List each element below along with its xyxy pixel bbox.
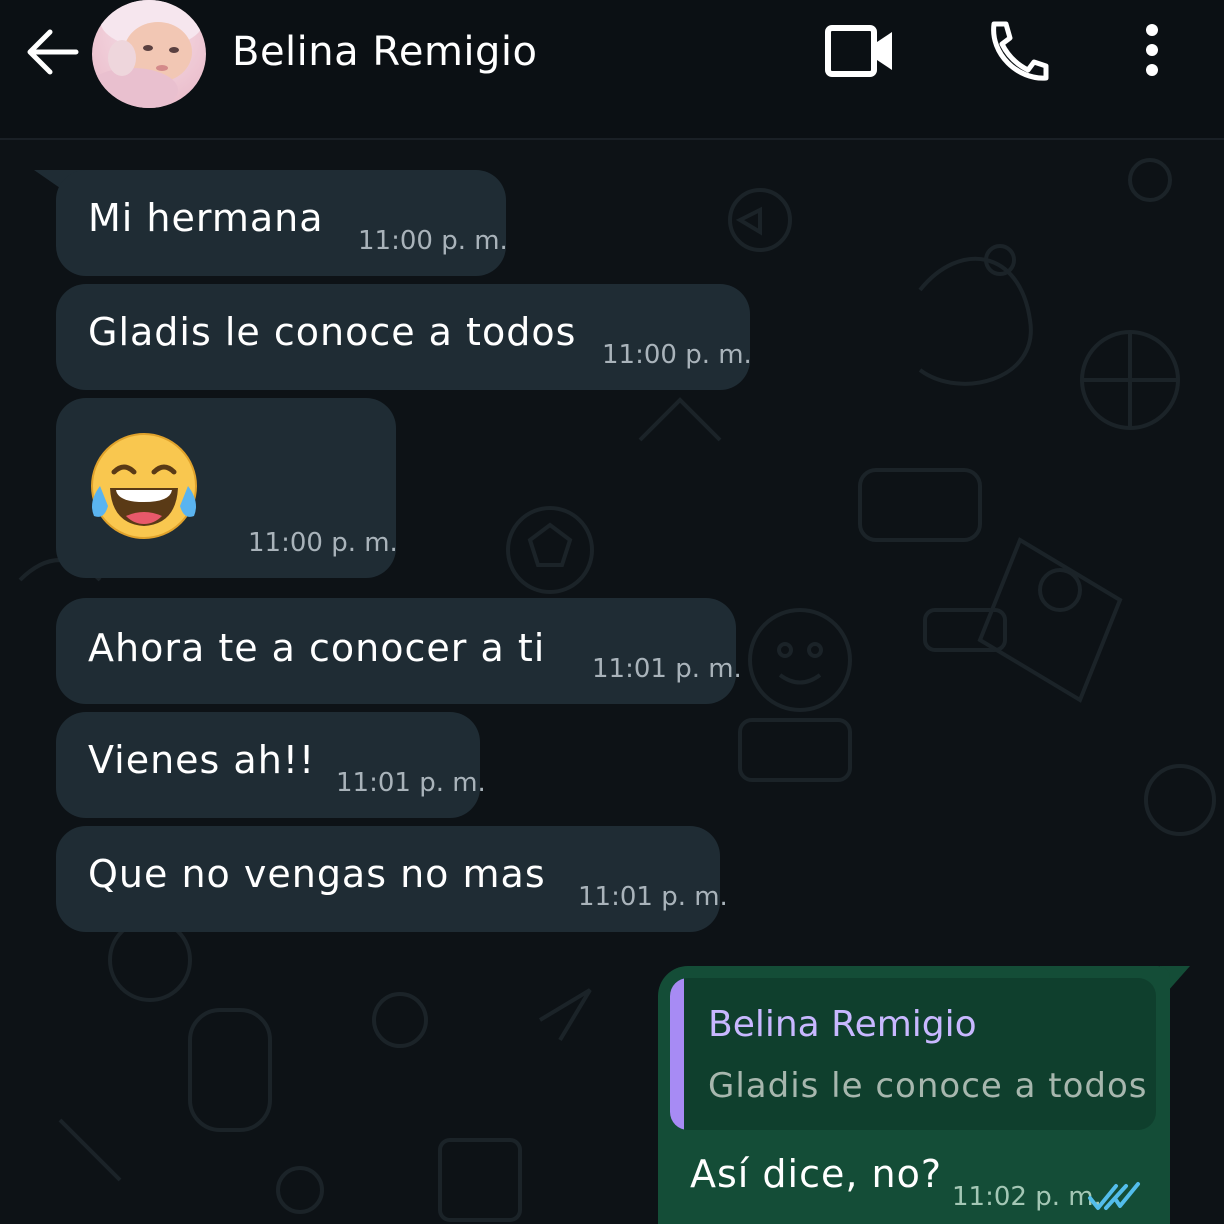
more-vertical-icon <box>1146 24 1158 76</box>
quoted-text: Gladis le conoce a todos <box>708 1066 1148 1106</box>
message-time: 11:01 p. m. <box>592 654 742 684</box>
video-call-button[interactable] <box>822 18 898 84</box>
phone-icon <box>991 21 1049 81</box>
face-with-tears-of-joy-icon <box>91 433 197 539</box>
voice-call-button[interactable] <box>980 18 1052 84</box>
contact-name[interactable]: Belina Remigio <box>232 22 538 82</box>
more-options-button[interactable] <box>1134 18 1170 84</box>
quote-accent-bar <box>670 978 684 1130</box>
message-text: Así dice, no? <box>690 1152 943 1196</box>
message-text: Vienes ah!! <box>88 738 316 782</box>
outgoing-message-bubble[interactable]: Belina Remigio Gladis le conoce a todos … <box>658 966 1170 1224</box>
message-time: 11:01 p. m. <box>336 768 486 798</box>
chat-screen: Belina Remigio Mi hermana 11:00 p. m. Gl… <box>0 0 1224 1224</box>
message-time: 11:00 p. m. <box>602 340 752 370</box>
back-button[interactable] <box>20 22 84 82</box>
message-bubble[interactable]: Que no vengas no mas 11:01 p. m. <box>56 826 728 932</box>
message-time: 11:01 p. m. <box>578 882 728 912</box>
message-text: Gladis le conoce a todos <box>88 310 577 354</box>
chat-area[interactable]: Mi hermana 11:00 p. m. Gladis le conoce … <box>0 140 1224 1224</box>
message-bubble[interactable]: 11:00 p. m. <box>56 398 398 578</box>
message-time: 11:00 p. m. <box>358 226 508 256</box>
message-text: Que no vengas no mas <box>88 852 546 896</box>
message-time: 11:02 p. m. <box>952 1182 1102 1212</box>
message-time: 11:00 p. m. <box>248 528 398 558</box>
message-text: Mi hermana <box>88 196 324 240</box>
avatar[interactable] <box>92 0 206 108</box>
arrow-left-icon <box>27 29 79 75</box>
quoted-message[interactable]: Belina Remigio Gladis le conoce a todos <box>670 978 1156 1130</box>
message-text: Ahora te a conocer a ti <box>88 626 546 670</box>
video-camera-icon <box>825 25 892 77</box>
message-bubble[interactable]: Vienes ah!! 11:01 p. m. <box>56 712 486 818</box>
chat-header: Belina Remigio <box>0 0 1224 140</box>
message-bubble[interactable]: Gladis le conoce a todos 11:00 p. m. <box>56 284 752 390</box>
double-check-read-icon <box>1088 1182 1140 1210</box>
message-bubble[interactable]: Mi hermana 11:00 p. m. <box>56 170 508 276</box>
message-bubble[interactable]: Ahora te a conocer a ti 11:01 p. m. <box>56 598 742 704</box>
avatar-photo <box>92 0 204 108</box>
quoted-sender-name: Belina Remigio <box>708 1004 977 1045</box>
